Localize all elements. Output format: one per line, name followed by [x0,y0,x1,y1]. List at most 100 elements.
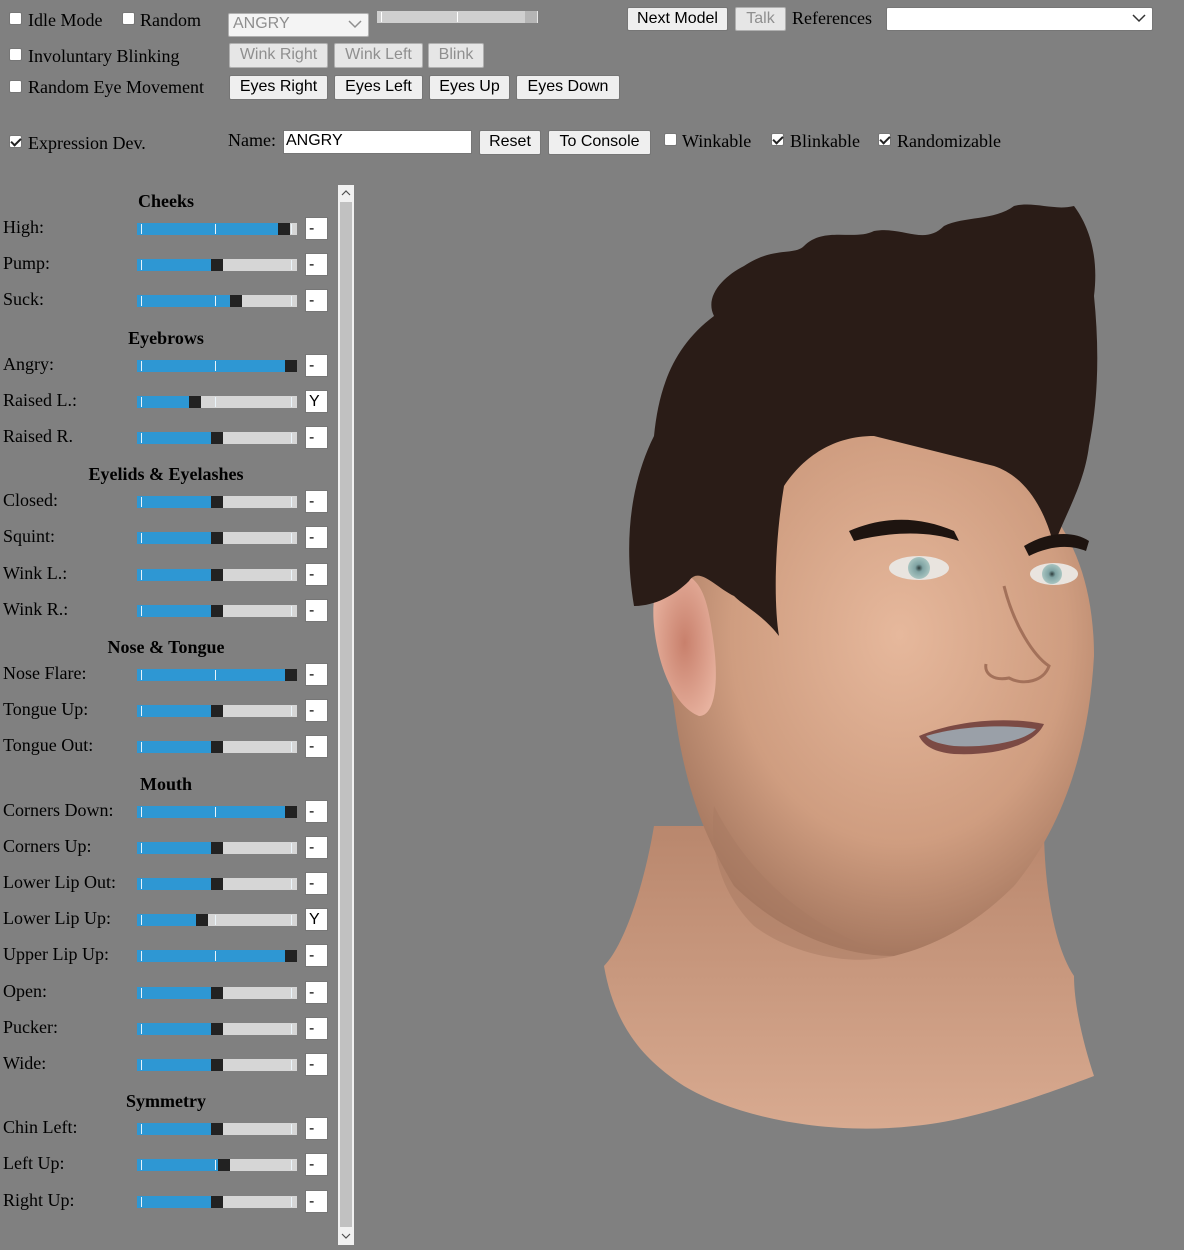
random-checkbox[interactable] [122,12,135,25]
involuntary-blinking-checkbox[interactable] [9,48,22,61]
expression-select[interactable]: ANGRY [228,13,369,37]
slider-flag-box[interactable]: - [305,426,328,449]
slider-thumb[interactable] [278,223,290,235]
winkable-checkbox[interactable] [664,133,677,146]
expression-slider[interactable] [137,669,297,681]
slider-flag-box[interactable]: - [305,1189,328,1213]
expression-dev-checkbox[interactable] [9,135,22,148]
slider-thumb[interactable] [285,805,297,818]
3d-viewport[interactable] [354,186,1184,1245]
slider-flag-box[interactable]: - [305,835,328,859]
slider-thumb[interactable] [211,1022,223,1035]
slider-flag-box[interactable]: - [305,490,328,514]
expression-slider[interactable] [137,568,297,581]
slider-flag-box[interactable]: - [305,1053,328,1076]
eyes-up-button[interactable]: Eyes Up [429,75,510,100]
slider-thumb[interactable] [211,532,223,545]
scroll-down-arrow-icon[interactable] [341,1231,351,1241]
slider-thumb[interactable] [211,432,223,444]
slider-thumb[interactable] [211,841,223,854]
slider-flag-box[interactable]: - [305,598,328,622]
scroll-up-arrow-icon[interactable] [341,188,351,198]
panel-scrollbar[interactable] [338,185,354,1245]
expression-slider[interactable] [137,1022,297,1035]
expression-slider[interactable] [137,1059,297,1071]
slider-flag-box[interactable]: - [305,526,328,550]
slider-thumb[interactable] [211,878,223,890]
blink-button[interactable]: Blink [428,43,484,68]
expression-slider[interactable] [137,914,297,927]
expression-slider[interactable] [137,532,297,545]
slider-thumb[interactable] [285,359,297,372]
slider-thumb[interactable] [211,1123,223,1136]
slider-thumb[interactable] [211,604,223,617]
slider-flag-box[interactable]: - [305,253,328,277]
expression-slider[interactable] [137,1159,297,1172]
expression-slider[interactable] [137,295,297,308]
slider-flag-box[interactable]: - [305,944,328,968]
eyes-down-button[interactable]: Eyes Down [516,75,620,100]
slider-flag-box[interactable]: - [305,872,328,895]
wink-left-button[interactable]: Wink Left [334,43,423,68]
slider-flag-box[interactable]: - [305,1117,328,1141]
expression-slider[interactable] [137,805,297,818]
expression-slider[interactable] [137,604,297,617]
slider-thumb[interactable] [285,669,297,681]
expression-slider[interactable] [137,395,297,408]
slider-flag-box[interactable]: - [305,562,328,586]
slider-flag-box[interactable]: - [305,1016,328,1040]
reset-button[interactable]: Reset [479,130,541,155]
eyes-left-button[interactable]: Eyes Left [334,75,423,100]
slider-thumb[interactable] [196,914,208,927]
wink-right-button[interactable]: Wink Right [229,43,328,68]
next-model-button[interactable]: Next Model [627,7,728,31]
slider-flag-box[interactable]: - [305,1153,328,1177]
slider-flag-box[interactable]: - [305,353,328,377]
slider-flag-box[interactable]: Y [305,908,328,932]
slider-flag-box[interactable]: - [305,217,328,240]
slider-thumb[interactable] [211,259,223,272]
slider-thumb[interactable] [285,950,297,963]
slider-thumb[interactable] [211,1195,223,1208]
slider-flag-box[interactable]: - [305,699,328,723]
slider-flag-box[interactable]: - [305,735,328,759]
expression-slider[interactable] [137,1195,297,1208]
slider-flag-box[interactable]: - [305,289,328,313]
expression-slider[interactable] [137,841,297,854]
expression-slider[interactable] [137,259,297,272]
expression-slider[interactable] [137,432,297,444]
slider-thumb[interactable] [211,705,223,718]
slider-thumb[interactable] [211,741,223,754]
blinkable-checkbox[interactable] [771,133,784,146]
slider-thumb[interactable] [189,395,201,408]
expression-slider[interactable] [137,223,297,235]
expression-slider[interactable] [137,986,297,999]
eyes-right-button[interactable]: Eyes Right [229,75,328,100]
expression-name-input[interactable]: ANGRY [283,130,472,154]
references-select[interactable] [886,7,1153,31]
expression-slider[interactable] [137,878,297,890]
slider-thumb[interactable] [211,986,223,999]
slider-flag-box[interactable]: - [305,799,328,823]
expression-slider[interactable] [137,741,297,754]
slider-thumb[interactable] [211,1059,223,1071]
expression-slider[interactable] [137,496,297,509]
expression-slider[interactable] [137,1123,297,1136]
to-console-button[interactable]: To Console [548,130,651,155]
slider-thumb[interactable] [211,496,223,509]
expression-slider[interactable] [137,705,297,718]
talk-progress-slider[interactable] [377,11,538,23]
random-eye-movement-checkbox[interactable] [9,80,22,93]
scrollbar-thumb[interactable] [340,202,352,1227]
slider-thumb[interactable] [211,568,223,581]
slider-flag-box[interactable]: - [305,980,328,1004]
slider-flag-box[interactable]: - [305,663,328,686]
talk-button[interactable]: Talk [735,7,786,31]
idle-mode-checkbox[interactable] [9,12,22,25]
slider-flag-box[interactable]: Y [305,389,328,413]
expression-slider[interactable] [137,359,297,372]
slider-thumb[interactable] [218,1159,230,1172]
expression-slider[interactable] [137,950,297,963]
randomizable-checkbox[interactable] [878,133,891,146]
slider-thumb[interactable] [230,295,242,308]
